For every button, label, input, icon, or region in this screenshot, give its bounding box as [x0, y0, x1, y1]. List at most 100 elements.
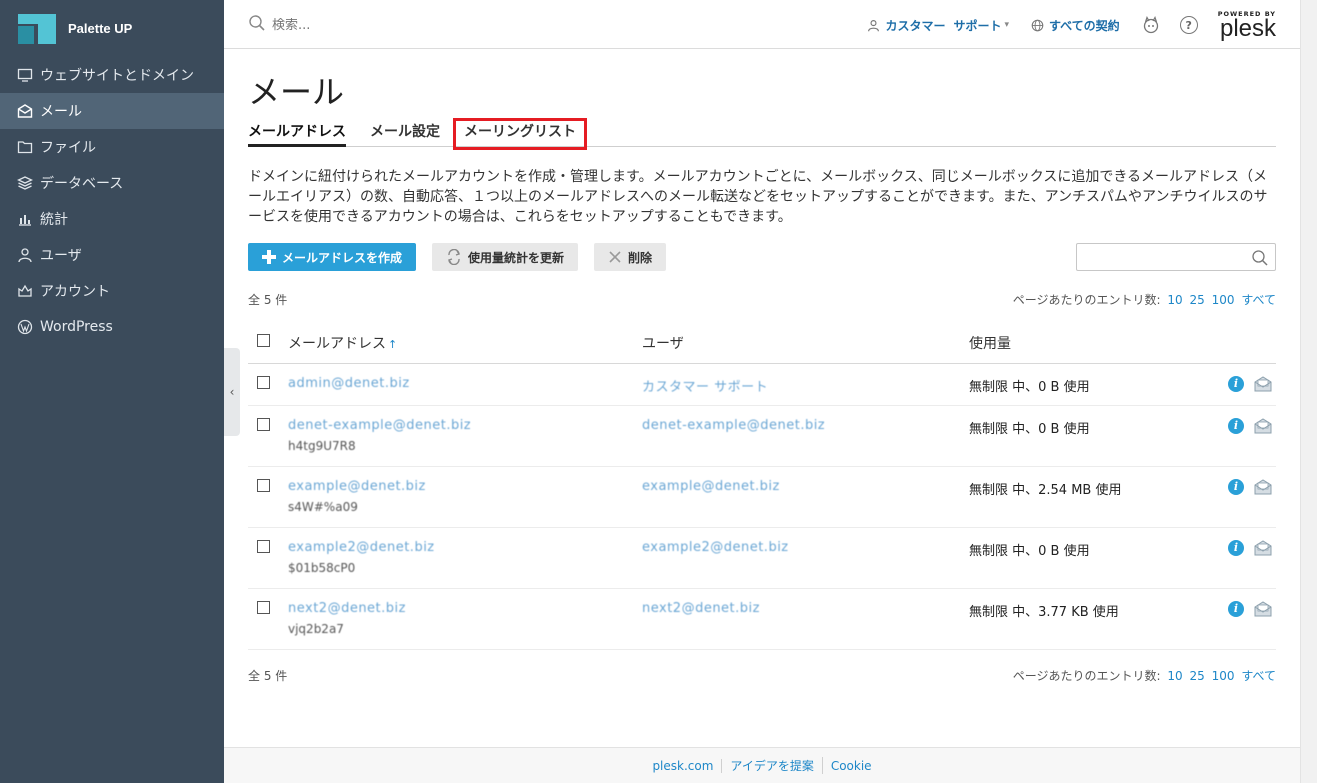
sidebar-item-users[interactable]: ユーザ — [0, 237, 224, 273]
sidebar-item-statistics[interactable]: 統計 — [0, 201, 224, 237]
mail-icon — [16, 102, 34, 120]
brand[interactable]: Palette UP — [0, 0, 224, 57]
list-search-input[interactable] — [1076, 243, 1276, 271]
pager: ページあたりのエントリ数: 10 25 100 すべて — [1013, 667, 1276, 684]
per-page-all[interactable]: すべて — [1241, 669, 1276, 683]
webmail-icon[interactable] — [1254, 539, 1272, 560]
mail-table: メールアドレス ↑ ユーザ 使用量 admin@denet.biz カスタマー サ… — [248, 323, 1276, 650]
sort-asc-icon: ↑ — [388, 337, 398, 351]
info-icon[interactable]: i — [1228, 478, 1244, 495]
plesk-logo[interactable]: POWERED BY plesk — [1218, 10, 1276, 42]
per-page-25[interactable]: 25 — [1189, 293, 1204, 307]
profile-avatar-icon[interactable] — [1142, 16, 1160, 34]
usage-value: 無制限 中、0 B 使用 — [969, 363, 1209, 406]
mail-address-link[interactable]: admin@denet.biz — [288, 376, 410, 391]
global-search[interactable] — [248, 14, 492, 36]
globe-icon — [1031, 19, 1044, 32]
per-page-label: ページあたりのエントリ数: — [1012, 669, 1161, 683]
header-actions: カスタマー サポート ▾ すべての契約 ? POWERED BY plesk — [867, 8, 1278, 42]
info-icon[interactable]: i — [1228, 600, 1244, 617]
footer-link-suggest-idea[interactable]: アイデアを提案 — [722, 757, 823, 774]
table-row: example@denet.biz s4W#%a09 example@denet.… — [248, 466, 1276, 528]
sidebar-item-files[interactable]: ファイル — [0, 129, 224, 165]
user-link[interactable]: next2@denet.biz — [642, 601, 760, 616]
table-header-row: メールアドレス ↑ ユーザ 使用量 — [248, 323, 1276, 364]
per-page-100[interactable]: 100 — [1212, 293, 1235, 307]
user-link[interactable]: カスタマー サポート — [642, 380, 768, 395]
per-page-25[interactable]: 25 — [1189, 669, 1204, 683]
per-page-label: ページあたりのエントリ数: — [1012, 292, 1161, 307]
row-checkbox[interactable] — [257, 375, 270, 389]
sidebar-collapse-handle[interactable]: ‹ — [224, 348, 240, 436]
delete-button[interactable]: 削除 — [594, 243, 667, 271]
create-mail-address-label: メールアドレスを作成 — [282, 250, 403, 265]
user-link[interactable]: example2@denet.biz — [642, 540, 789, 555]
sidebar-item-databases[interactable]: データベース — [0, 165, 224, 201]
tab-mail-addresses[interactable]: メールアドレス — [248, 123, 346, 147]
info-icon[interactable]: i — [1228, 375, 1244, 392]
mail-address-link[interactable]: example@denet.biz — [288, 479, 426, 494]
search-icon — [1251, 249, 1269, 271]
per-page-100[interactable]: 100 — [1212, 669, 1235, 683]
page-description: ドメインに紐付けられたメールアカウントを作成・管理します。メールアカウントごとに… — [248, 169, 1268, 225]
refresh-usage-button[interactable]: 使用量統計を更新 — [432, 243, 579, 271]
sidebar-item-label: データベース — [40, 176, 124, 192]
row-checkbox[interactable] — [257, 600, 270, 614]
sidebar-item-label: アカウント — [40, 284, 110, 300]
total-count: 全 5 件 — [248, 669, 288, 683]
footer-link-cookie[interactable]: Cookie — [823, 759, 880, 773]
webmail-icon[interactable] — [1254, 375, 1272, 396]
sidebar-item-account[interactable]: アカウント — [0, 273, 224, 309]
user-icon — [867, 19, 880, 32]
row-checkbox[interactable] — [257, 478, 270, 492]
mail-address-link[interactable]: example2@denet.biz — [288, 540, 435, 555]
table-row: next2@denet.biz vjq2b2a7 next2@denet.biz … — [248, 588, 1276, 650]
search-input[interactable] — [272, 17, 492, 33]
row-checkbox[interactable] — [257, 417, 270, 431]
footer-link-plesk[interactable]: plesk.com — [644, 758, 723, 773]
mail-address-link[interactable]: next2@denet.biz — [288, 601, 406, 616]
help-icon[interactable]: ? — [1179, 16, 1198, 34]
sidebar-item-label: ユーザ — [40, 248, 82, 264]
user-link[interactable]: denet-example@denet.biz — [642, 418, 825, 433]
per-page-10[interactable]: 10 — [1167, 293, 1182, 307]
all-subscriptions-link[interactable]: すべての契約 — [1031, 17, 1120, 34]
sidebar-item-wordpress[interactable]: WordPress — [0, 309, 224, 345]
info-icon[interactable]: i — [1228, 417, 1244, 434]
webmail-icon[interactable] — [1254, 417, 1272, 438]
select-all-checkbox[interactable] — [257, 334, 270, 348]
sidebar-item-websites[interactable]: ウェブサイトとドメイン — [0, 57, 224, 93]
wordpress-icon — [16, 318, 34, 336]
mail-address-link[interactable]: denet-example@denet.biz — [288, 418, 471, 433]
pager: ページあたりのエントリ数: 10 25 100 すべて — [1013, 291, 1276, 308]
customer-support-menu[interactable]: カスタマー サポート ▾ — [867, 17, 1009, 34]
user-icon — [16, 246, 34, 264]
support-label: サポート — [953, 18, 1002, 33]
webmail-icon[interactable] — [1254, 478, 1272, 499]
webmail-icon[interactable] — [1254, 600, 1272, 621]
tab-mail-settings[interactable]: メール設定 — [370, 123, 440, 147]
user-link[interactable]: example@denet.biz — [642, 479, 780, 494]
list-meta-bottom: 全 5 件 ページあたりのエントリ数: 10 25 100 すべて — [248, 668, 1276, 684]
per-page-all[interactable]: すべて — [1241, 293, 1276, 307]
usage-value: 無制限 中、0 B 使用 — [969, 405, 1209, 467]
column-header-mail[interactable]: メールアドレス ↑ — [288, 323, 642, 364]
table-row: denet-example@denet.biz h4tg9U7R8 denet-e… — [248, 405, 1276, 467]
delete-label: 削除 — [628, 250, 653, 265]
tab-mailing-lists[interactable]: メーリングリスト — [453, 118, 587, 150]
usage-value: 無制限 中、0 B 使用 — [969, 527, 1209, 589]
vertical-scrollbar[interactable] — [1300, 0, 1317, 783]
info-icon[interactable]: i — [1228, 539, 1244, 556]
close-icon — [608, 250, 622, 264]
plesk-wordmark: plesk — [1219, 15, 1276, 42]
sidebar-item-mail[interactable]: メール — [0, 93, 224, 129]
column-header-user: ユーザ — [642, 323, 969, 364]
mail-sub-text: h4tg9U7R8 — [288, 438, 356, 453]
toolbar: メールアドレスを作成 使用量統計を更新 削除 — [248, 243, 1276, 271]
refresh-usage-label: 使用量統計を更新 — [468, 250, 565, 265]
per-page-10[interactable]: 10 — [1167, 669, 1182, 683]
brand-name: Palette UP — [68, 21, 133, 36]
create-mail-address-button[interactable]: メールアドレスを作成 — [248, 243, 417, 271]
row-checkbox[interactable] — [257, 539, 270, 553]
table-row: admin@denet.biz カスタマー サポート 無制限 中、0 B 使用 … — [248, 363, 1276, 406]
